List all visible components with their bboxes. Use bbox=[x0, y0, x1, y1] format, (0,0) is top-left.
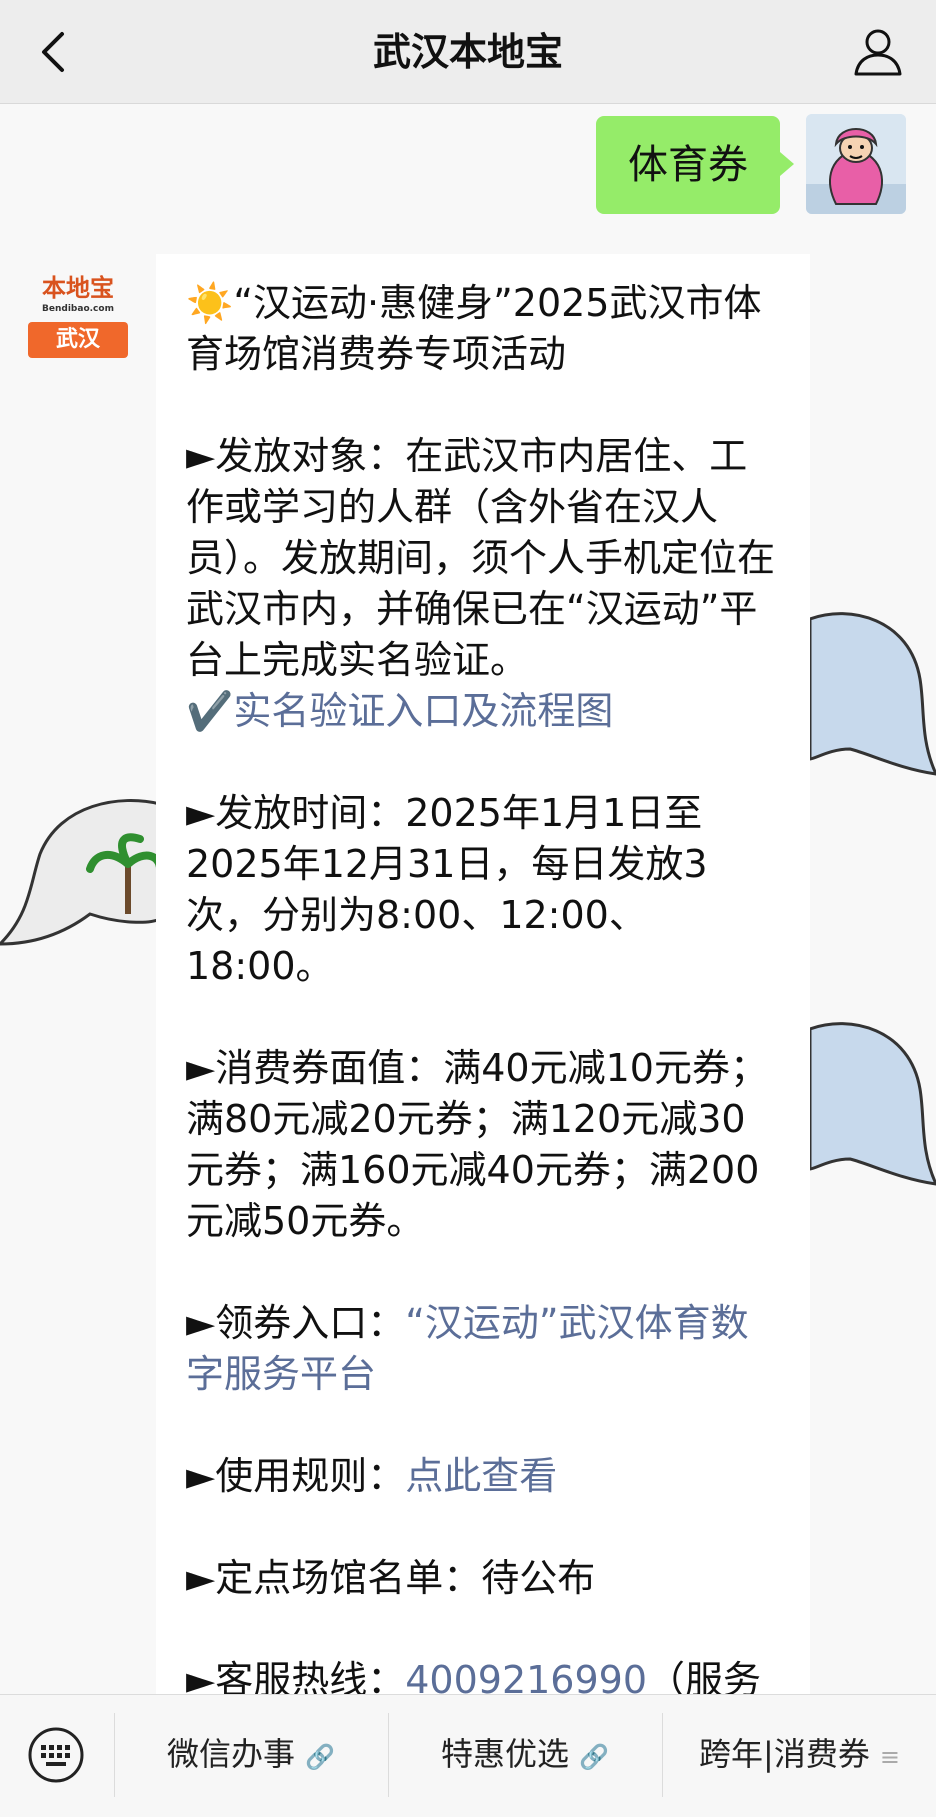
entry-section: ►领券入口：“汉运动”武汉体育数字服务平台 bbox=[186, 1298, 780, 1400]
link-icon: 🔗 bbox=[579, 1743, 609, 1771]
chat-title: 武汉本地宝 bbox=[372, 30, 563, 74]
bottom-menu-bar: 微信办事 🔗 特惠优选 🔗 跨年|消费券 ≡ bbox=[0, 1694, 936, 1813]
value-label: ►消费券面值： bbox=[186, 1046, 444, 1090]
menu-lines-icon: ≡ bbox=[879, 1743, 900, 1771]
bot-avatar-domain: Bendibao.com bbox=[42, 304, 114, 314]
time-label: ►发放时间： bbox=[186, 791, 406, 835]
hotline-number-link[interactable]: 4009216990 bbox=[405, 1658, 647, 1694]
incoming-message-card: ☀️“汉运动·惠健身”2025武汉市体育场馆消费券专项活动 ►发放对象：在武汉市… bbox=[156, 254, 810, 1694]
keyboard-icon[interactable] bbox=[26, 1725, 86, 1785]
hotline-section: ►客服热线：4009216990（服务 bbox=[186, 1655, 780, 1694]
rules-label: ►使用规则： bbox=[186, 1454, 406, 1498]
sun-icon: ☀️ bbox=[186, 281, 234, 325]
menu-item-label: 跨年|消费券 bbox=[699, 1735, 870, 1773]
user-avatar-image bbox=[806, 114, 906, 214]
link-icon: 🔗 bbox=[305, 1743, 335, 1771]
target-label: ►发放对象： bbox=[186, 434, 406, 478]
menu-item-label: 特惠优选 bbox=[441, 1735, 570, 1773]
profile-icon[interactable] bbox=[850, 24, 906, 80]
menu-item-deals[interactable]: 特惠优选 🔗 bbox=[389, 1695, 661, 1814]
bot-avatar-city: 武汉 bbox=[28, 322, 128, 358]
venues-section: ►定点场馆名单：待公布 bbox=[186, 1553, 780, 1604]
rules-link[interactable]: 点此查看 bbox=[405, 1454, 557, 1498]
user-avatar[interactable] bbox=[806, 114, 906, 214]
venues-text: 待公布 bbox=[481, 1556, 596, 1600]
check-icon: ✔️ bbox=[186, 689, 234, 733]
bot-avatar[interactable]: 本地宝 Bendibao.com 武汉 bbox=[28, 268, 128, 358]
menu-item-label: 微信办事 bbox=[167, 1735, 296, 1773]
hotline-label: ►客服热线： bbox=[186, 1658, 406, 1694]
hotline-suffix: （服务 bbox=[647, 1658, 762, 1694]
rules-section: ►使用规则：点此查看 bbox=[186, 1451, 780, 1502]
value-section: ►消费券面值：满40元减10元券；满80元减20元券；满120元减30元券；满1… bbox=[186, 1043, 780, 1247]
verify-link[interactable]: 实名验证入口及流程图 bbox=[233, 689, 613, 733]
menu-item-wechat-services[interactable]: 微信办事 🔗 bbox=[115, 1695, 387, 1814]
wallpaper-blob-right-bottom bbox=[810, 1022, 936, 1186]
target-section: ►发放对象：在武汉市内居住、工作或学习的人群（含外省在汉人员）。发放期间，须个人… bbox=[186, 431, 780, 737]
menu-item-new-year-coupons[interactable]: 跨年|消费券 ≡ bbox=[663, 1695, 936, 1814]
chat-area[interactable]: 体育券 本地宝 Bendibao.com 武汉 ☀️“汉运动·惠健身”2025武… bbox=[0, 104, 936, 1694]
top-bar: 武汉本地宝 bbox=[0, 0, 936, 104]
wallpaper-blob-left bbox=[0, 799, 160, 946]
outgoing-message-bubble[interactable]: 体育券 bbox=[596, 116, 794, 214]
message-title-text: “汉运动·惠健身”2025武汉市体育场馆消费券专项活动 bbox=[186, 281, 762, 376]
wallpaper-blob-right-top bbox=[810, 612, 936, 776]
venues-label: ►定点场馆名单： bbox=[186, 1556, 482, 1600]
time-section: ►发放时间：2025年1月1日至2025年12月31日，每日发放3次，分别为8:… bbox=[186, 788, 780, 992]
entry-label: ►领券入口： bbox=[186, 1301, 406, 1345]
message-title: ☀️“汉运动·惠健身”2025武汉市体育场馆消费券专项活动 bbox=[186, 278, 780, 380]
